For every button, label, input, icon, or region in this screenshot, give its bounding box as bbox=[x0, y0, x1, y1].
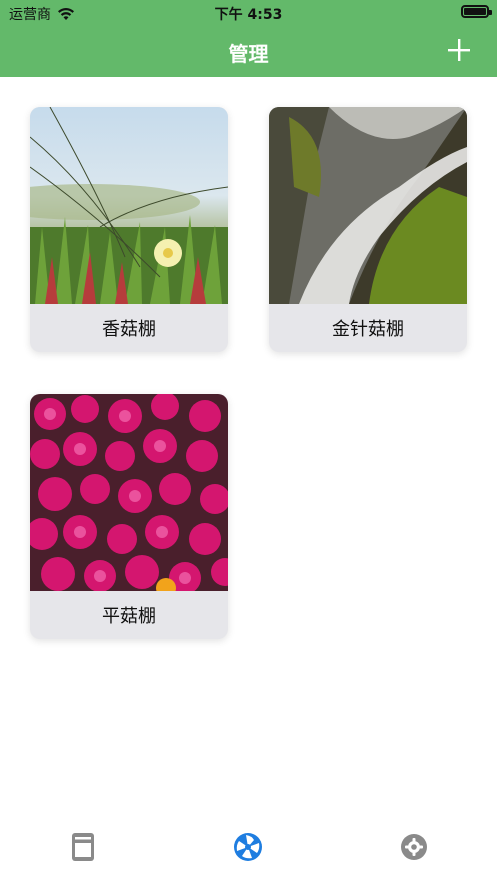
card-photo bbox=[30, 394, 228, 591]
tab-records[interactable] bbox=[61, 825, 105, 869]
status-bar: 运营商 下午 4:53 bbox=[0, 0, 497, 26]
greenhouse-card[interactable]: 香菇棚 bbox=[30, 107, 228, 352]
status-time: 下午 4:53 bbox=[214, 7, 283, 23]
header-bar: 运营商 下午 4:53 管理 bbox=[0, 0, 497, 77]
document-icon bbox=[72, 833, 94, 861]
greenhouse-card[interactable]: 金针菇棚 bbox=[269, 107, 467, 352]
tab-settings[interactable] bbox=[392, 825, 436, 869]
aperture-icon bbox=[234, 833, 262, 861]
add-button[interactable] bbox=[447, 38, 471, 62]
gear-icon bbox=[401, 834, 427, 860]
screen: 运营商 下午 4:53 管理 香菇棚 金针菇棚 平菇棚 bbox=[0, 0, 497, 883]
page-title: 管理 bbox=[228, 42, 269, 66]
battery-icon bbox=[461, 5, 492, 18]
card-label: 香菇棚 bbox=[102, 319, 156, 340]
card-label: 平菇棚 bbox=[102, 606, 156, 627]
tab-manage[interactable] bbox=[226, 825, 270, 869]
card-photo bbox=[30, 107, 228, 304]
tab-bar bbox=[0, 813, 497, 883]
card-photo bbox=[269, 107, 467, 304]
greenhouse-card[interactable]: 平菇棚 bbox=[30, 394, 228, 639]
card-label: 金针菇棚 bbox=[332, 319, 404, 340]
